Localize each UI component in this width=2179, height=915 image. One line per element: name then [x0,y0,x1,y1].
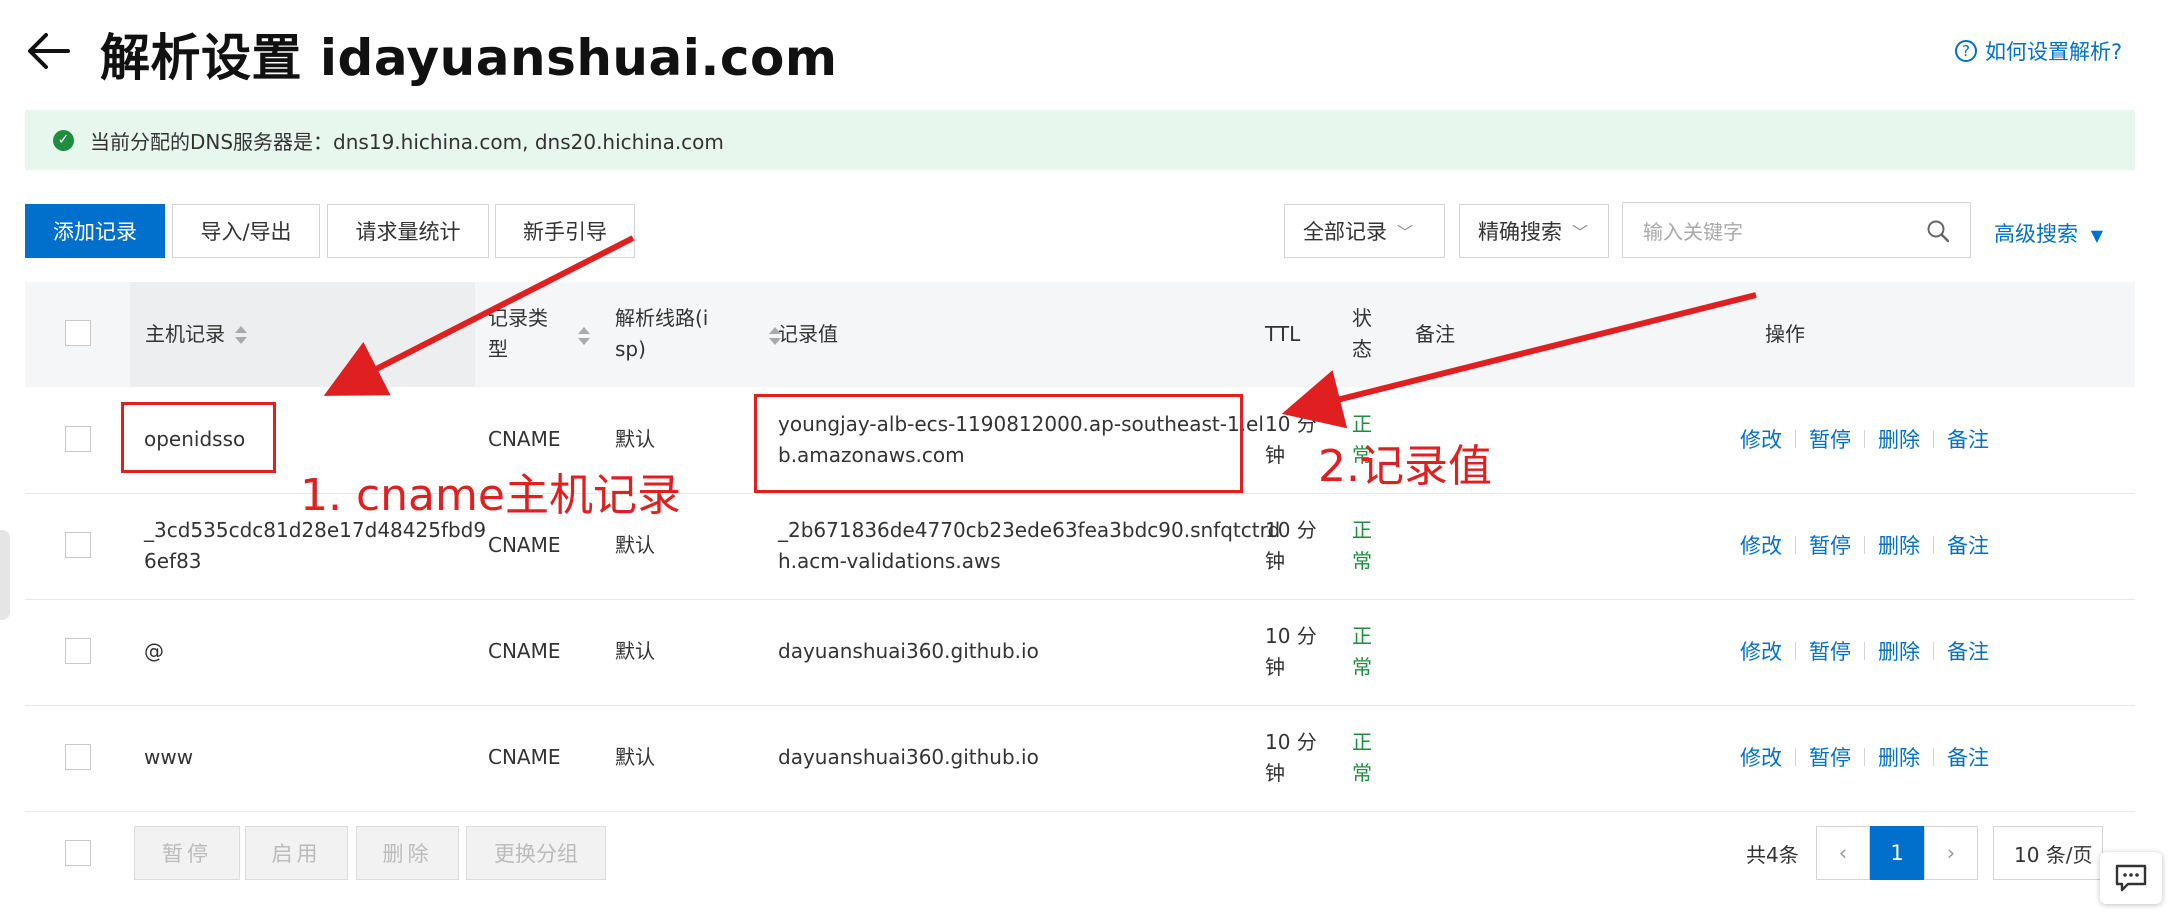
side-collapse-tab[interactable] [0,530,10,620]
annotation-arrow-1 [323,235,635,396]
annotation-arrow-2 [1281,292,1757,429]
chat-button[interactable] [2100,852,2162,904]
annotation-arrows [323,235,1757,429]
chat-icon [2115,864,2147,892]
